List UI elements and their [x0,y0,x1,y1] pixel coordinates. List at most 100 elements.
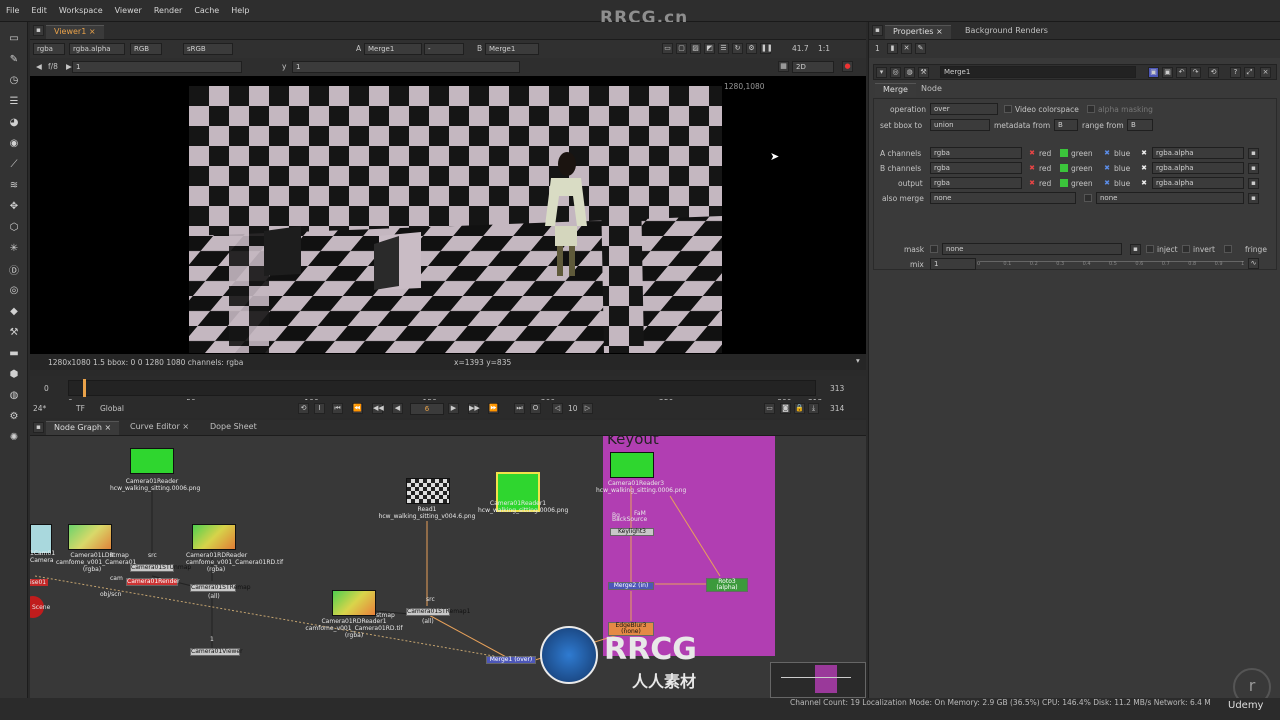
center-node-icon[interactable]: ◎ [890,67,901,78]
tab-merge[interactable]: Merge [875,83,916,97]
metadata-tool-icon[interactable]: ◆ [6,303,22,319]
loop-icon[interactable]: ⟲ [298,403,309,414]
float-panel-icon[interactable]: ✕ [901,43,912,54]
node-graph-minimap[interactable] [770,662,866,698]
a-channels-alpha-checkbox[interactable]: ✖ [1140,149,1148,157]
camera01rdreader-thumb[interactable] [192,524,236,550]
keyer-tool-icon[interactable]: ⟋ [6,156,22,172]
menu-workspace[interactable]: Workspace [53,6,109,15]
b-channels-alpha-dropdown[interactable]: rgba.alpha [1152,162,1244,174]
tab-dope-sheet[interactable]: Dope Sheet [202,421,265,435]
menu-viewer[interactable]: Viewer [109,6,148,15]
a-channels-blue-checkbox[interactable]: ✖ [1103,149,1111,157]
fstop-value[interactable]: f/8 [48,62,58,71]
mask-overlay-icon[interactable]: ▨ [690,43,701,54]
filter-tool-icon[interactable]: ◉ [6,135,22,151]
next-frame-icon[interactable]: ▶▶ [468,403,480,414]
tab-curve-editor[interactable]: Curve Editor × [122,421,197,435]
axis-left-node[interactable]: ise01 [30,579,48,586]
frame-field[interactable]: 1 [72,61,242,73]
merge-tool-icon[interactable]: ≋ [6,177,22,193]
metadata-dropdown[interactable]: B [1054,119,1078,131]
tab-background-renders[interactable]: Background Renders [957,25,1056,39]
menu-cache[interactable]: Cache [188,6,225,15]
camera01rdreader1-thumb[interactable] [332,590,376,616]
roto3-node[interactable]: Roto3 (alpha) [706,578,748,592]
a-channels-alpha-dropdown[interactable]: rgba.alpha [1152,147,1244,159]
camera01reader3-thumb[interactable] [610,452,654,478]
camera01viewer-node[interactable]: Camera01Viewer [190,648,243,656]
next-keyframe-icon[interactable]: ⏩ [488,403,499,414]
proxy-icon[interactable]: ☰ [718,43,729,54]
camera01reader-thumb[interactable] [130,448,174,474]
fps-dropdown[interactable]: 24* [33,404,46,413]
undo-icon[interactable]: ↶ [1176,67,1187,78]
ratio-value[interactable]: 1:1 [818,44,830,53]
redo-icon[interactable]: ↷ [1190,67,1201,78]
range-mode-dropdown[interactable]: Global [100,404,124,413]
timeline-out-end[interactable]: 314 [830,404,844,413]
display-mode-dropdown[interactable]: RGB [130,43,162,55]
output-red-checkbox[interactable]: ✖ [1028,179,1036,187]
color-node-icon[interactable]: ◍ [904,67,915,78]
channels-dropdown[interactable]: rgba [33,43,65,55]
read1-thumb[interactable] [406,478,450,504]
render-stop-icon[interactable]: ● [842,61,853,72]
a-channels-dropdown[interactable]: rgba [930,147,1022,159]
b-channels-menu-icon[interactable]: ▪ [1248,163,1259,174]
in-point-icon[interactable]: I [314,403,325,414]
camera01stremap1-node[interactable]: Camera01STRemap1 [406,608,470,616]
also-merge2-dropdown[interactable]: none [1096,192,1244,204]
read1-node[interactable]: Read1 hcw_walking_sitting_v004.6.png [370,506,484,520]
merge1-node[interactable]: Merge1 (over) [486,656,536,664]
timeline-out[interactable]: 313 [830,384,844,393]
draw-tool-icon[interactable]: ✎ [6,51,22,67]
mask-dropdown[interactable]: none [942,243,1122,255]
camera01rdreader1-node[interactable]: Camera01RDReader1 camfome_v001_Camera01RD… [296,618,412,639]
also-merge-menu-icon[interactable]: ▪ [1248,193,1259,204]
furnace-tool-icon[interactable]: ⬢ [6,366,22,382]
camera01stunmap-node[interactable]: Camera01STUnmap [130,564,191,572]
alpha-masking-checkbox[interactable] [1087,105,1095,113]
pause-icon[interactable]: ❚❚ [760,43,773,54]
help-icon[interactable]: ? [1230,67,1241,78]
mask-checkbox[interactable] [930,245,938,253]
menu-file[interactable]: File [0,6,25,15]
camera01rdreader-node[interactable]: Camera01RDReader camfome_v001_Camera01RD.… [186,552,283,573]
output-alpha-checkbox[interactable]: ✖ [1140,179,1148,187]
first-frame-icon[interactable]: ⏮ [332,403,343,414]
range-dropdown[interactable]: B [1127,119,1153,131]
camera01reader3-node[interactable]: Camera01Reader3 hcw_walking_sitting.0006.… [596,480,686,494]
tab-properties[interactable]: Properties × [885,25,951,39]
play-backward-icon[interactable]: ◀ [392,403,403,414]
node-color2-icon[interactable]: ▣ [1162,67,1173,78]
timeline-playhead[interactable] [83,379,87,397]
camera01render-node[interactable]: Camera01Render [126,578,180,586]
cache-icon[interactable]: ⚙ [746,43,757,54]
transform-tool-icon[interactable]: ✥ [6,198,22,214]
mix-slider[interactable]: 0 0.1 0.2 0.3 0.4 0.5 0.6 0.7 0.8 0.9 1 [977,261,1244,267]
timeline-track[interactable] [68,379,816,397]
menu-help[interactable]: Help [225,6,255,15]
input-b-dropdown[interactable]: Merge1 [485,43,539,55]
node-color-icon[interactable]: ▣ [1148,67,1159,78]
lock-panel-icon[interactable]: ▮ [887,43,898,54]
view-mode-dropdown[interactable]: 2D [792,61,834,73]
invert-checkbox[interactable] [1182,245,1190,253]
float-icon[interactable]: ⤢ [1244,67,1255,78]
step-back-icon[interactable]: ◁ [552,403,563,414]
max-panels-field[interactable]: 1 [875,44,880,53]
merge2-node[interactable]: Merge2 (in) [608,582,654,590]
compare-op-dropdown[interactable]: - [424,43,464,55]
current-frame-field[interactable]: 6 [410,403,444,415]
inject-checkbox[interactable] [1146,245,1154,253]
close-panel-icon[interactable]: × [1260,67,1271,78]
output-green-checkbox[interactable] [1060,179,1068,187]
tab-node-graph[interactable]: Node Graph × [46,421,120,435]
b-channels-dropdown[interactable]: rgba [930,162,1022,174]
tab-viewer1[interactable]: Viewer1 × [46,25,104,39]
color-tool-icon[interactable]: ◕ [6,114,22,130]
alpha-dropdown[interactable]: rgba.alpha [69,43,125,55]
camera01stremap-node[interactable]: Camera01STRemap [190,584,251,592]
set-bbox-dropdown[interactable]: union [930,119,990,131]
